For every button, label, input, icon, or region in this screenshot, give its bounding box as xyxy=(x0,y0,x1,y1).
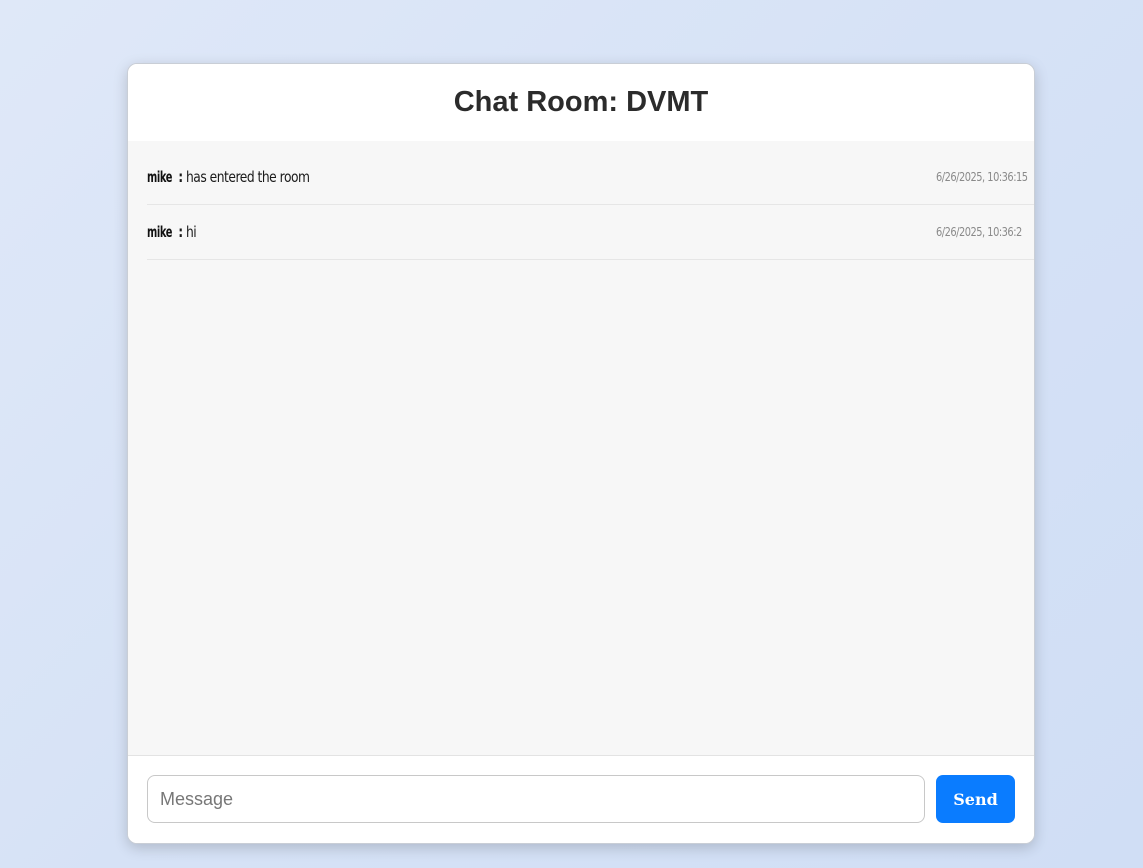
message-username: mike xyxy=(147,223,173,241)
message-text: has entered the room xyxy=(185,168,310,186)
chat-room-title: Chat Room: DVMT xyxy=(453,85,709,118)
message-content: mike: hi xyxy=(147,223,197,241)
send-button[interactable]: Send xyxy=(936,775,1015,823)
chat-window: Chat Room: DVMT mike: has entered the ro… xyxy=(127,63,1035,844)
message-item: mike: has entered the room 6/26/2025, 10… xyxy=(147,150,1034,205)
chat-header: Chat Room: DVMT xyxy=(128,64,1034,140)
message-input[interactable] xyxy=(147,775,925,823)
message-list[interactable]: mike: has entered the room 6/26/2025, 10… xyxy=(128,141,1034,756)
message-separator: : xyxy=(178,223,183,241)
message-timestamp: 6/26/2025, 10:36:15 xyxy=(936,170,1028,184)
message-item: mike: hi 6/26/2025, 10:36:2 xyxy=(147,205,1034,260)
message-timestamp: 6/26/2025, 10:36:2 xyxy=(936,225,1022,239)
message-content: mike: has entered the room xyxy=(147,168,310,186)
message-separator: : xyxy=(178,168,183,186)
message-text: hi xyxy=(185,223,197,241)
message-username: mike xyxy=(147,168,173,186)
message-composer: Send xyxy=(128,756,1034,843)
